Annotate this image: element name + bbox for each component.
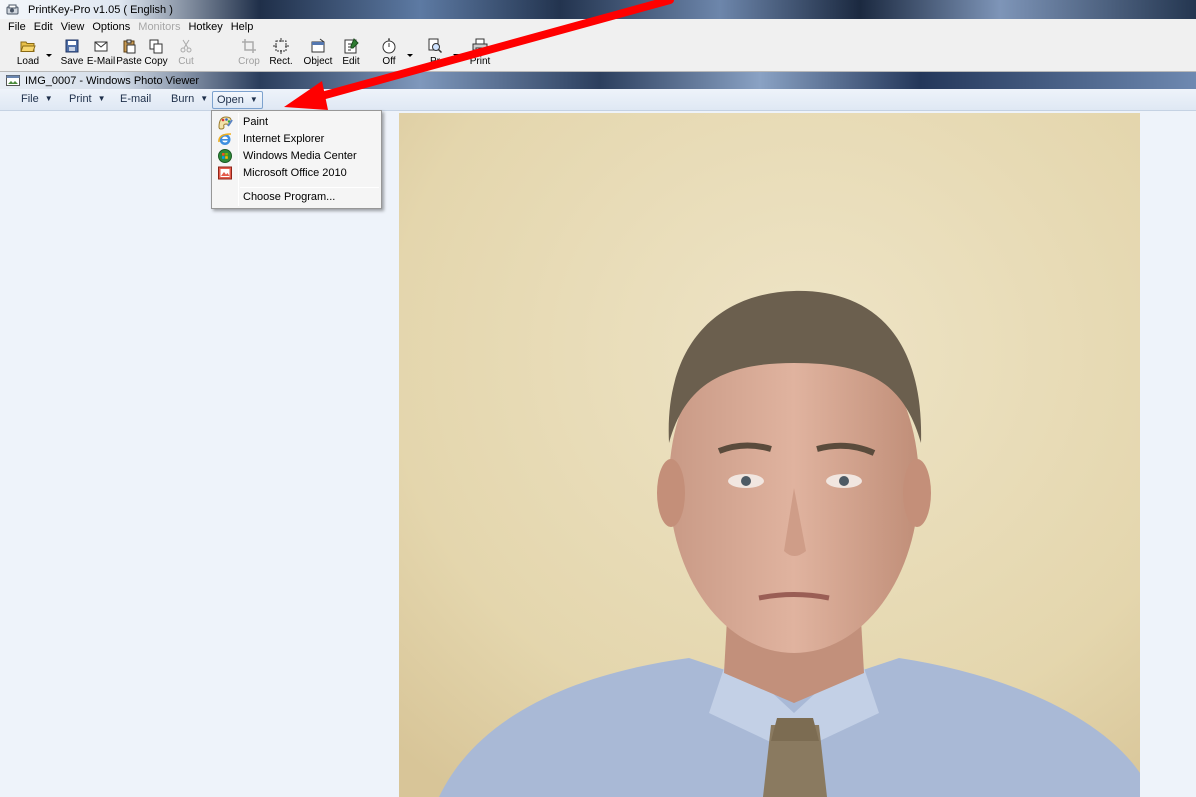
preview-button[interactable]: Pr bbox=[420, 38, 450, 68]
print-button[interactable]: Print bbox=[465, 38, 495, 68]
folder-open-icon bbox=[20, 41, 36, 52]
microsoft-office-2010-label: Microsoft Office 2010 bbox=[243, 166, 347, 179]
paste-button[interactable]: Paste bbox=[114, 38, 144, 68]
printer-icon bbox=[472, 38, 488, 54]
edit-button[interactable]: Edit bbox=[336, 38, 366, 68]
object-button[interactable]: Object bbox=[303, 38, 333, 68]
save-icon bbox=[65, 39, 79, 53]
crop-icon bbox=[242, 39, 256, 53]
chevron-down-icon: ▼ bbox=[249, 95, 258, 104]
rect-label: Rect. bbox=[269, 56, 293, 67]
photo-viewer-window-icon bbox=[6, 75, 20, 86]
crop-label: Crop bbox=[238, 56, 260, 67]
cut-button: Cut bbox=[171, 38, 201, 68]
menu-help[interactable]: Help bbox=[227, 21, 258, 33]
blank-menu-icon-slot bbox=[217, 189, 233, 205]
menu-hotkey[interactable]: Hotkey bbox=[184, 21, 226, 33]
photo-viewer-titlebar: IMG_0007 - Windows Photo Viewer bbox=[0, 72, 1196, 89]
save-label: Save bbox=[60, 56, 84, 67]
crop-button: Crop bbox=[234, 38, 264, 68]
timer-off-label: Off bbox=[382, 56, 396, 67]
windows-media-center-label: Windows Media Center bbox=[243, 149, 357, 162]
open-menu-label: Open bbox=[217, 94, 244, 106]
choose-program-label: Choose Program... bbox=[243, 190, 336, 203]
rect-button[interactable]: Rect. bbox=[266, 38, 296, 68]
print-menu-button[interactable]: Print ▼ bbox=[69, 93, 106, 105]
printkey-toolbar: Load Save E-Mail Paste Copy Cut Crop Rec… bbox=[0, 35, 1196, 72]
magnifier-icon bbox=[428, 38, 443, 54]
photo-viewer-command-bar: File ▼ Print ▼ E-mail Burn ▼ Open ▼ bbox=[0, 89, 1196, 111]
open-with-microsoft-office-2010[interactable]: Microsoft Office 2010 bbox=[214, 164, 379, 181]
open-with-windows-media-center[interactable]: Windows Media Center bbox=[214, 147, 379, 164]
printkey-menubar: File Edit View Options Monitors Hotkey H… bbox=[0, 19, 1196, 35]
internet-explorer-label: Internet Explorer bbox=[243, 132, 325, 145]
email-label: E-Mail bbox=[86, 56, 116, 67]
photo-viewer-title: IMG_0007 - Windows Photo Viewer bbox=[25, 74, 200, 87]
open-menu-button[interactable]: Open ▼ bbox=[212, 91, 263, 109]
paint-icon bbox=[218, 115, 233, 130]
menu-options[interactable]: Options bbox=[88, 21, 134, 33]
preview-label: Pr bbox=[430, 56, 440, 67]
chevron-down-icon: ▼ bbox=[97, 94, 106, 103]
microsoft-office-picture-manager-icon bbox=[218, 166, 232, 179]
burn-menu-button[interactable]: Burn ▼ bbox=[171, 93, 208, 105]
edit-label: Edit bbox=[342, 56, 360, 67]
object-label: Object bbox=[303, 56, 333, 67]
copy-icon bbox=[149, 39, 163, 54]
printkey-title: PrintKey-Pro v1.05 ( English ) bbox=[28, 3, 173, 16]
choose-program-item[interactable]: Choose Program... bbox=[214, 188, 379, 205]
print-menu-label: Print bbox=[69, 93, 92, 105]
chevron-down-icon: ▼ bbox=[44, 94, 53, 103]
file-menu-label: File bbox=[21, 93, 39, 105]
cut-label: Cut bbox=[178, 56, 194, 67]
save-button[interactable]: Save bbox=[57, 38, 87, 68]
file-menu-button[interactable]: File ▼ bbox=[21, 93, 53, 105]
menu-view[interactable]: View bbox=[57, 21, 89, 33]
print-label: Print bbox=[469, 56, 491, 67]
stopwatch-icon bbox=[382, 38, 396, 54]
paste-label: Paste bbox=[116, 56, 142, 67]
email-icon bbox=[94, 41, 108, 52]
email-button[interactable]: E-Mail bbox=[86, 38, 116, 68]
copy-button[interactable]: Copy bbox=[141, 38, 171, 68]
menu-edit[interactable]: Edit bbox=[30, 21, 57, 33]
burn-menu-label: Burn bbox=[171, 93, 195, 105]
scissors-icon bbox=[180, 39, 192, 53]
windows-media-center-icon bbox=[218, 148, 232, 163]
printkey-titlebar: PrintKey-Pro v1.05 ( English ) bbox=[0, 0, 1196, 19]
preview-dropdown-icon[interactable] bbox=[452, 51, 460, 59]
copy-label: Copy bbox=[144, 56, 168, 67]
load-dropdown-icon[interactable] bbox=[45, 51, 53, 59]
chevron-down-icon: ▼ bbox=[200, 94, 209, 103]
email-command-button[interactable]: E-mail bbox=[120, 93, 151, 105]
printkey-app-icon bbox=[6, 4, 19, 14]
open-with-paint[interactable]: Paint bbox=[214, 113, 379, 130]
rect-select-icon bbox=[273, 38, 289, 54]
timer-off-button[interactable]: Off bbox=[374, 38, 404, 68]
paint-label: Paint bbox=[243, 115, 269, 128]
internet-explorer-icon bbox=[218, 132, 232, 145]
load-label: Load bbox=[16, 56, 40, 67]
load-button[interactable]: Load bbox=[13, 38, 43, 68]
edit-icon bbox=[344, 38, 359, 54]
displayed-photo bbox=[399, 113, 1140, 797]
open-with-dropdown: Paint Internet Explorer Windows Media Ce… bbox=[211, 110, 382, 209]
object-capture-icon bbox=[311, 38, 325, 53]
paste-icon bbox=[123, 39, 136, 54]
open-with-internet-explorer[interactable]: Internet Explorer bbox=[214, 130, 379, 147]
menu-file[interactable]: File bbox=[4, 21, 30, 33]
menu-monitors: Monitors bbox=[138, 21, 181, 33]
timer-dropdown-icon[interactable] bbox=[406, 51, 414, 59]
